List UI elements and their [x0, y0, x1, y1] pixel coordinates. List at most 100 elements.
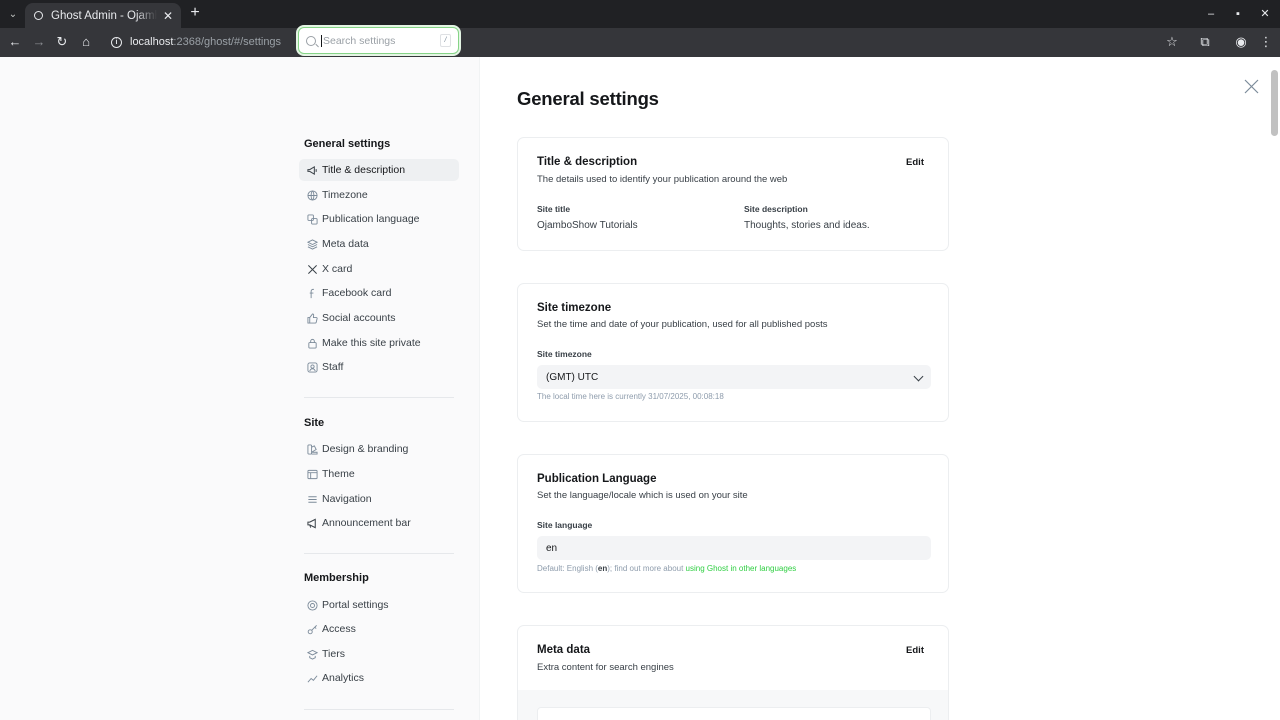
page-scrollbar[interactable] — [1271, 70, 1278, 136]
chart-icon — [307, 673, 318, 684]
sidebar-item-label: Facebook card — [322, 287, 392, 299]
sidebar-item-announcement-bar[interactable]: Announcement bar — [299, 512, 459, 534]
site-title-value: OjamboShow Tutorials — [537, 220, 638, 231]
profile-icon[interactable]: ◉ — [1232, 33, 1250, 51]
users-icon — [307, 361, 318, 373]
card-description: Set the time and date of your publicatio… — [537, 319, 828, 330]
sidebar-group-membership: Membership — [304, 572, 369, 584]
sidebar-item-x-card[interactable]: X card — [299, 258, 459, 280]
sidebar-item-label: Publication language — [322, 213, 420, 225]
sidebar-item-make-site-private[interactable]: Make this site private — [299, 332, 459, 354]
reload-icon[interactable]: ↻ — [53, 33, 71, 51]
tab-search-chevron-icon[interactable]: ⌄ — [4, 5, 22, 23]
sidebar-item-label: Tiers — [322, 648, 345, 660]
title-description-card: Title & description The details used to … — [517, 137, 949, 251]
portal-icon — [307, 599, 318, 611]
sidebar-item-portal-settings[interactable]: Portal settings — [299, 594, 459, 616]
extensions-icon[interactable]: ⧉ — [1196, 33, 1214, 51]
site-language-value: en — [546, 542, 558, 554]
timezone-select[interactable]: (GMT) UTC — [537, 365, 931, 389]
publication-language-card: Publication Language Set the language/lo… — [517, 454, 949, 593]
bullhorn-icon — [307, 518, 318, 529]
thumbs-up-icon — [307, 312, 318, 324]
sidebar-item-label: Social accounts — [322, 312, 396, 324]
meta-preview-box — [537, 707, 931, 720]
search-input[interactable] — [321, 34, 431, 47]
search-settings-field[interactable]: / — [298, 27, 459, 54]
bookmark-star-icon[interactable]: ☆ — [1163, 33, 1181, 51]
edit-title-description-button[interactable]: Edit — [906, 157, 924, 168]
card-description: Set the language/locale which is used on… — [537, 490, 748, 501]
close-window-icon[interactable]: ✕ — [1257, 6, 1273, 22]
meta-data-card: Meta data Extra content for search engin… — [517, 625, 949, 720]
globe-icon — [307, 189, 318, 201]
back-icon[interactable]: ← — [6, 33, 24, 51]
timezone-selected-value: (GMT) UTC — [546, 371, 599, 383]
edit-meta-data-button[interactable]: Edit — [906, 645, 924, 656]
forward-icon[interactable]: → — [30, 33, 48, 51]
hamburger-icon — [307, 494, 318, 505]
facebook-icon — [307, 288, 318, 299]
sidebar-item-access[interactable]: Access — [299, 618, 459, 640]
site-timezone-card: Site timezone Set the time and date of y… — [517, 283, 949, 422]
sidebar-item-facebook-card[interactable]: Facebook card — [299, 282, 459, 304]
card-title: Meta data — [537, 644, 591, 656]
language-hint: Default: English (en); find out more abo… — [537, 564, 796, 573]
site-timezone-label: Site timezone — [537, 349, 592, 359]
key-icon — [307, 624, 318, 635]
sidebar-item-label: Access — [322, 623, 356, 635]
sidebar-item-theme[interactable]: Theme — [299, 463, 459, 485]
card-description: Extra content for search engines — [537, 662, 674, 673]
site-language-input[interactable]: en — [537, 536, 931, 560]
address-bar[interactable]: i localhost:2368/ghost/#/settings — [104, 31, 1194, 53]
sidebar-item-label: Meta data — [322, 238, 369, 250]
browser-menu-icon[interactable]: ⋮ — [1257, 33, 1275, 51]
search-shortcut-key: / — [440, 34, 451, 47]
sidebar-item-tiers[interactable]: Tiers — [299, 643, 459, 665]
sidebar-item-label: Announcement bar — [322, 517, 411, 529]
megaphone-icon — [307, 165, 318, 176]
sidebar-item-meta-data[interactable]: Meta data — [299, 233, 459, 255]
sidebar-item-publication-language[interactable]: Publication language — [299, 208, 459, 230]
sidebar-item-analytics[interactable]: Analytics — [299, 667, 459, 689]
sidebar-divider — [304, 397, 454, 398]
local-time-hint: The local time here is currently 31/07/2… — [537, 392, 724, 401]
browser-tab[interactable]: Ghost Admin - OjamboShow Tutorials ✕ — [25, 3, 181, 28]
sidebar-item-navigation[interactable]: Navigation — [299, 488, 459, 510]
close-settings-icon[interactable] — [1243, 78, 1260, 95]
new-tab-button[interactable]: + — [186, 4, 204, 22]
sidebar-item-label: Navigation — [322, 493, 372, 505]
sidebar-item-label: Title & description — [322, 164, 406, 176]
sidebar-item-label: Make this site private — [322, 337, 421, 349]
tab-close-icon[interactable]: ✕ — [161, 9, 175, 23]
sidebar-divider — [304, 709, 454, 710]
meta-preview-area — [518, 690, 948, 720]
translate-icon — [307, 213, 318, 225]
tab-title: Ghost Admin - OjamboShow Tutorials — [51, 9, 157, 22]
other-languages-link[interactable]: using Ghost in other languages — [686, 564, 797, 573]
chevron-down-icon — [913, 371, 924, 382]
sidebar-item-social-accounts[interactable]: Social accounts — [299, 307, 459, 329]
sidebar-item-label: Analytics — [322, 672, 365, 684]
sidebar-group-general: General settings — [304, 138, 391, 150]
sidebar-item-staff[interactable]: Staff — [299, 356, 459, 378]
card-title: Publication Language — [537, 473, 657, 485]
sidebar-item-label: X card — [322, 263, 353, 275]
sidebar-item-label: Portal settings — [322, 599, 389, 611]
card-title: Site timezone — [537, 302, 612, 314]
sidebar-item-timezone[interactable]: Timezone — [299, 184, 459, 206]
minimize-window-icon[interactable]: – — [1203, 6, 1219, 22]
sidebar-divider — [304, 553, 454, 554]
home-icon[interactable]: ⌂ — [77, 33, 95, 51]
sidebar-item-title-description[interactable]: Title & description — [299, 159, 459, 181]
site-info-icon[interactable]: i — [111, 36, 122, 48]
site-title-label: Site title — [537, 204, 571, 214]
card-description: The details used to identify your public… — [537, 174, 788, 185]
site-description-value: Thoughts, stories and ideas. — [744, 220, 870, 231]
site-description-label: Site description — [744, 204, 808, 214]
maximize-window-icon[interactable]: ▪ — [1230, 6, 1246, 22]
hint-prefix: Default: English ( — [537, 564, 598, 573]
browser-toolbar: ← → ↻ ⌂ i localhost:2368/ghost/#/setting… — [0, 28, 1280, 57]
sidebar-item-design-branding[interactable]: Design & branding — [299, 438, 459, 460]
sidebar-item-label: Design & branding — [322, 443, 409, 455]
